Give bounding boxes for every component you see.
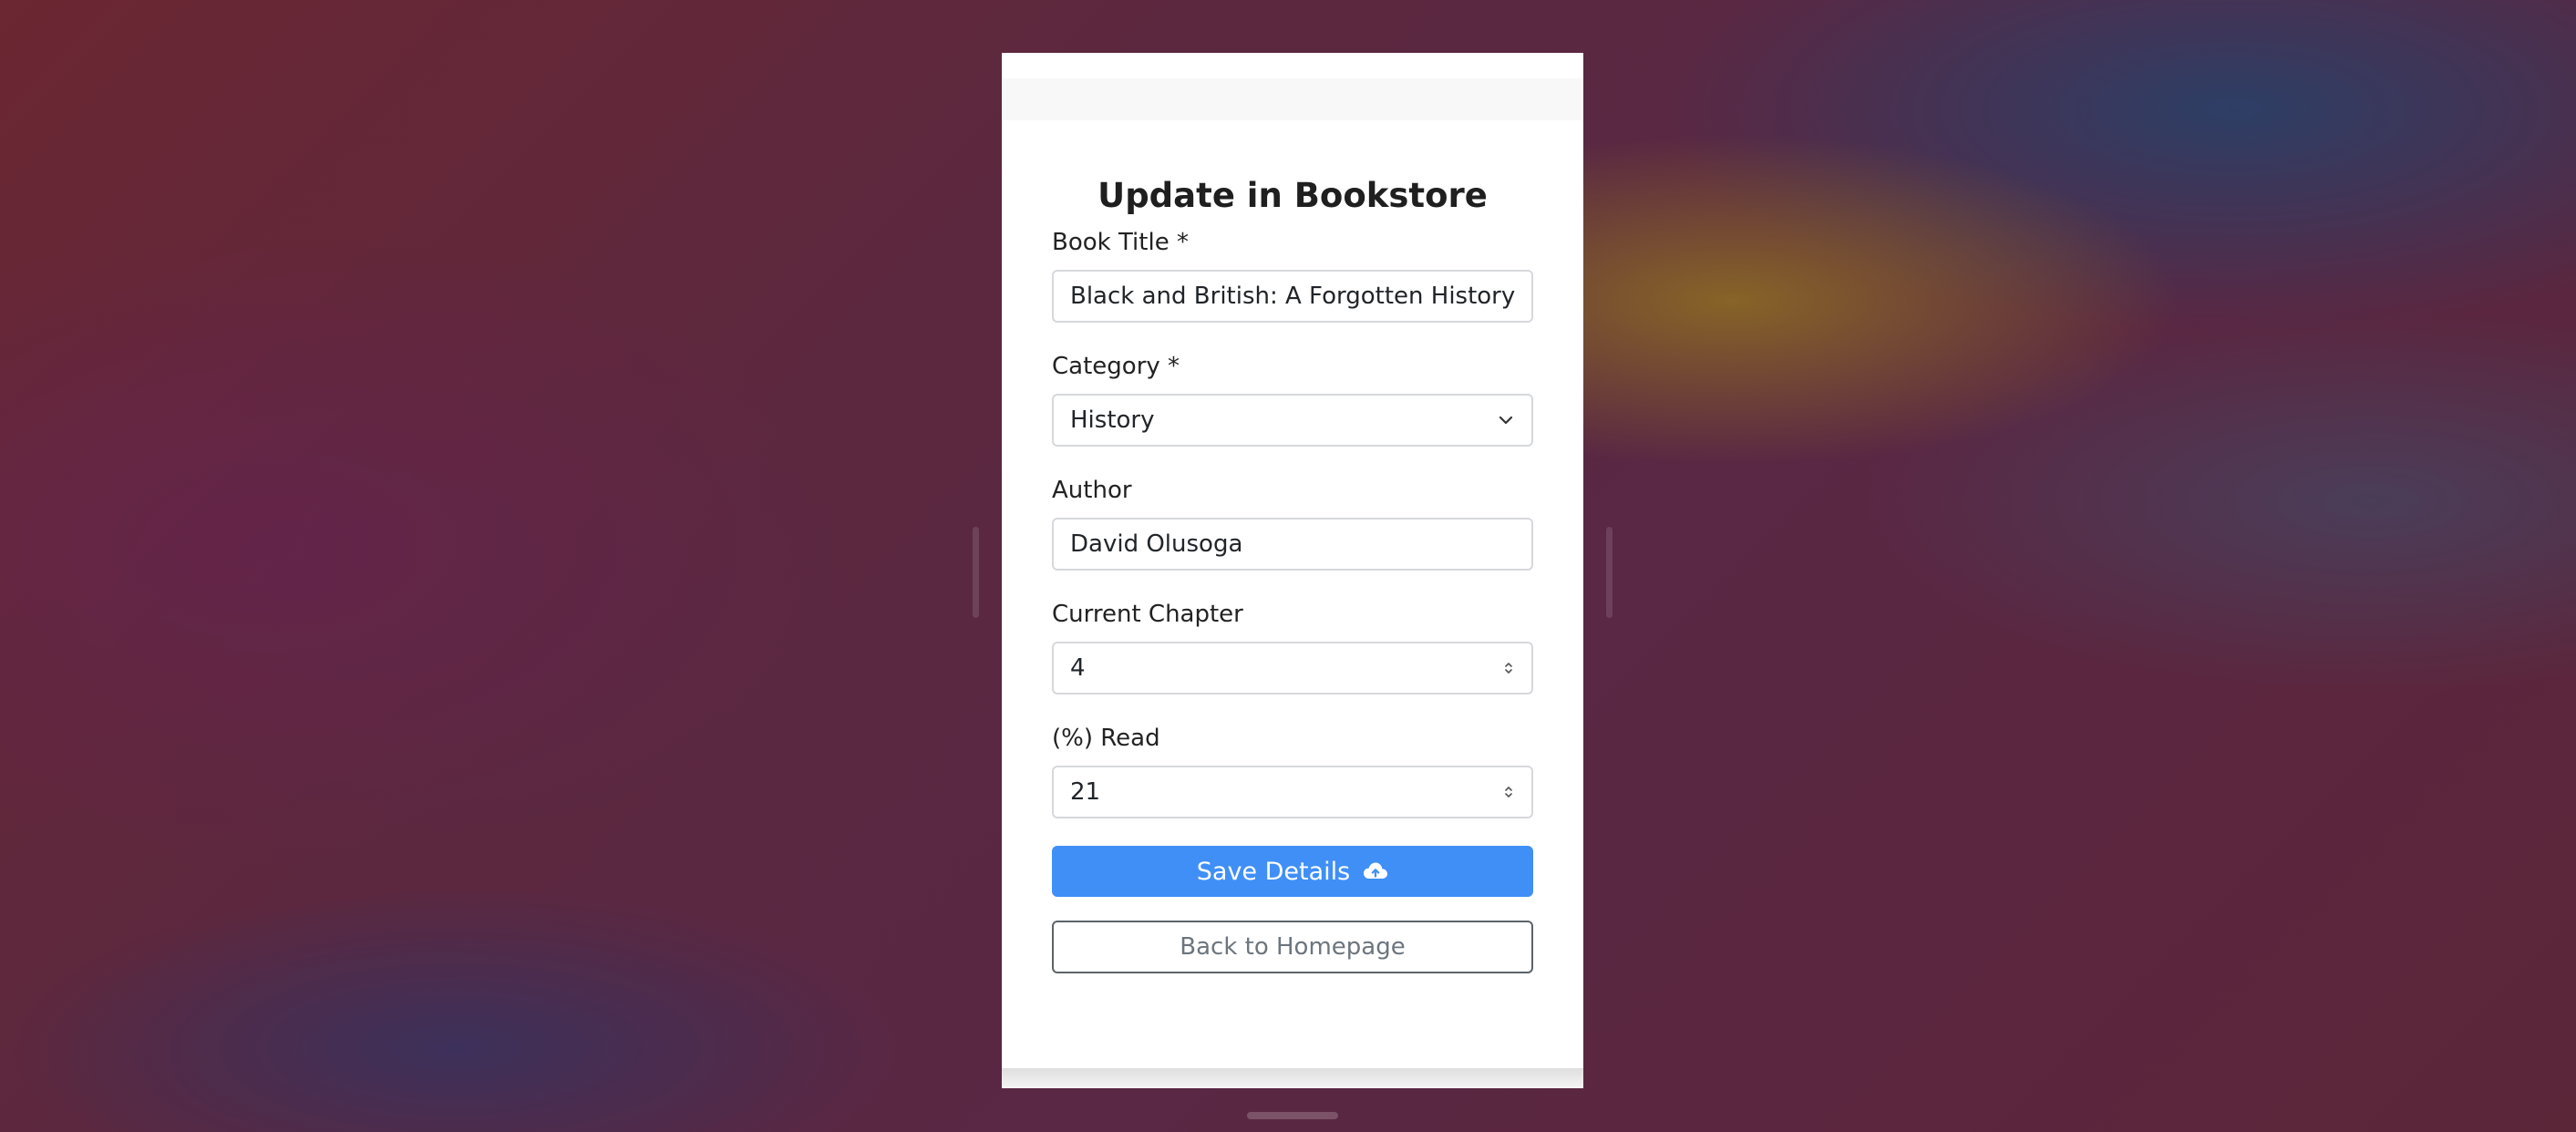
book-title-input[interactable]: Black and British: A Forgotten History: [1052, 270, 1533, 323]
chevron-down-icon: [1499, 416, 1513, 425]
current-chapter-label: Current Chapter: [1052, 601, 1243, 628]
category-select[interactable]: History: [1052, 394, 1533, 447]
author-field-group: Author David Olusoga: [1052, 474, 1533, 571]
home-indicator: [1247, 1112, 1338, 1119]
author-label: Author: [1052, 477, 1132, 504]
book-title-label: Book Title *: [1052, 229, 1189, 256]
window-bottom-bar: [1002, 1068, 1583, 1088]
app-window: Update in Bookstore Book Title * Black a…: [1002, 53, 1583, 1088]
back-to-homepage-label: Back to Homepage: [1180, 933, 1406, 961]
current-chapter-input[interactable]: 4: [1052, 642, 1533, 695]
page-title: Update in Bookstore: [1097, 176, 1488, 215]
category-value: History: [1070, 406, 1155, 434]
percent-read-label: (%) Read: [1052, 725, 1160, 752]
current-chapter-field-group: Current Chapter 4: [1052, 598, 1533, 695]
save-details-button[interactable]: Save Details: [1052, 846, 1533, 897]
category-field-group: Category * History: [1052, 350, 1533, 447]
left-resize-handle[interactable]: [973, 527, 979, 618]
back-to-homepage-button[interactable]: Back to Homepage: [1052, 921, 1533, 973]
spinner-arrows-icon[interactable]: [1502, 782, 1515, 802]
spinner-arrows-icon[interactable]: [1502, 658, 1515, 678]
cloud-upload-icon: [1364, 862, 1388, 879]
save-details-label: Save Details: [1196, 857, 1351, 886]
percent-read-field-group: (%) Read 21: [1052, 722, 1533, 818]
author-input[interactable]: David Olusoga: [1052, 518, 1533, 571]
percent-read-value: 21: [1070, 778, 1101, 806]
update-book-form: Update in Bookstore Book Title * Black a…: [1052, 171, 1533, 973]
book-title-field-group: Book Title * Black and British: A Forgot…: [1052, 226, 1533, 323]
right-resize-handle[interactable]: [1606, 527, 1613, 618]
category-label: Category *: [1052, 353, 1180, 380]
percent-read-input[interactable]: 21: [1052, 766, 1533, 818]
current-chapter-value: 4: [1070, 654, 1086, 682]
author-value: David Olusoga: [1070, 530, 1243, 558]
window-top-bar: [1002, 78, 1583, 120]
book-title-value: Black and British: A Forgotten History: [1070, 283, 1515, 310]
